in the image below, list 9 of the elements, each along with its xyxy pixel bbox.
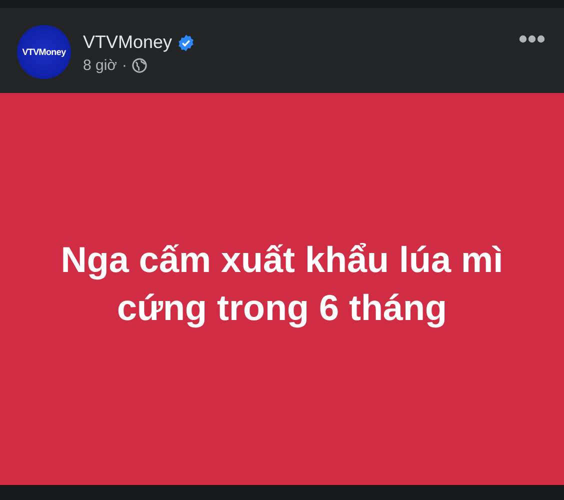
globe-icon[interactable]: [132, 58, 148, 73]
avatar[interactable]: VTVMoney: [17, 25, 71, 79]
headline-line: cứng trong 6 tháng: [116, 286, 448, 330]
more-options-icon[interactable]: [519, 35, 545, 43]
headline-line: Nga cấm xuất khẩu lúa mì: [60, 238, 504, 282]
author-name[interactable]: VTVMoney: [83, 32, 172, 53]
separator: ·: [122, 57, 128, 74]
post-time[interactable]: 8 giờ: [83, 57, 118, 74]
logo-text: VTVMoney: [22, 47, 66, 57]
